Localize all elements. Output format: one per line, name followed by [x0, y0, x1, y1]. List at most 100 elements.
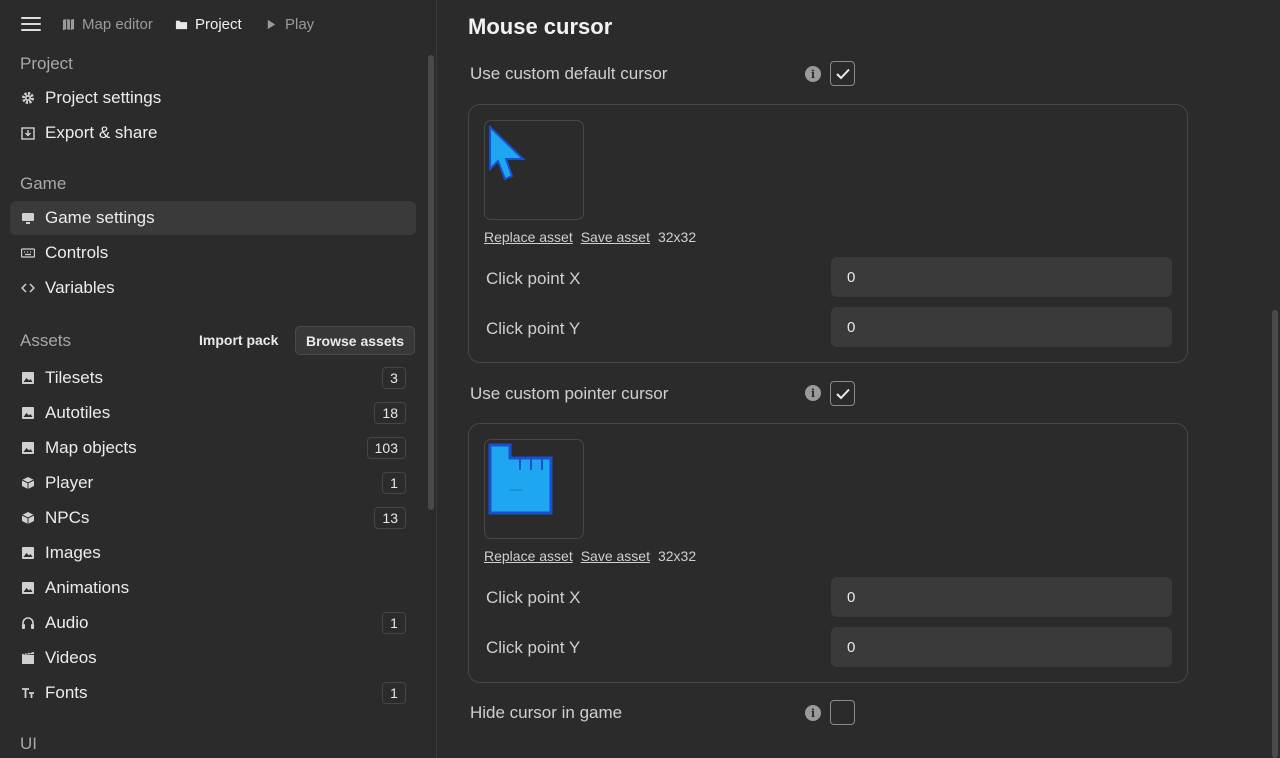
count-badge: 3 [382, 367, 406, 389]
section-title-ui: UI [20, 734, 37, 753]
sidebar: Map editor Project Play Project Project … [0, 0, 437, 758]
sidebar-item-label: Player [45, 473, 94, 492]
sidebar-item-label: Audio [45, 613, 89, 632]
font-icon [21, 686, 35, 700]
headphones-icon [21, 616, 35, 630]
breadcrumb-label: Map editor [82, 16, 153, 33]
sidebar-item-images[interactable]: Images [10, 536, 416, 570]
sidebar-item-label: Project settings [45, 88, 162, 107]
image-icon [21, 581, 35, 595]
asset-size: 32x32 [657, 548, 697, 564]
sidebar-item-animations[interactable]: Animations [10, 571, 416, 605]
check-icon [835, 388, 850, 399]
image-icon [21, 371, 35, 385]
export-icon [21, 126, 35, 140]
replace-asset-link[interactable]: Replace asset [484, 229, 573, 245]
sidebar-item-label: Fonts [45, 683, 88, 702]
click-point-y-input[interactable]: 0 [831, 627, 1172, 667]
count-badge: 1 [382, 472, 406, 494]
default-cursor-thumbnail[interactable] [484, 120, 584, 220]
breadcrumb-label: Play [285, 16, 315, 33]
click-point-y-label: Click point Y [486, 638, 581, 657]
folder-icon [175, 20, 188, 30]
sidebar-item-audio[interactable]: Audio 1 [10, 606, 416, 640]
gear-icon [21, 91, 35, 105]
play-icon [267, 19, 276, 30]
image-icon [21, 406, 35, 420]
sidebar-item-variables[interactable]: Variables [10, 271, 416, 305]
hand-cursor-icon [488, 443, 553, 515]
sidebar-item-game-settings[interactable]: Game settings [10, 201, 416, 235]
sidebar-item-project-settings[interactable]: Project settings [10, 81, 416, 115]
info-icon[interactable]: i [805, 66, 821, 82]
breadcrumb-play[interactable]: Play [265, 16, 314, 33]
sidebar-item-label: Game settings [45, 208, 155, 227]
info-icon[interactable]: i [805, 705, 821, 721]
import-pack-button[interactable]: Import pack [199, 332, 278, 348]
info-icon[interactable]: i [805, 385, 821, 401]
sidebar-item-export-share[interactable]: Export & share [10, 116, 416, 150]
sidebar-item-fonts[interactable]: Fonts 1 [10, 676, 416, 710]
sidebar-item-label: Autotiles [45, 403, 111, 422]
image-icon [21, 546, 35, 560]
save-asset-link[interactable]: Save asset [581, 548, 650, 564]
use-custom-pointer-cursor-label: Use custom pointer cursor [470, 384, 669, 403]
main-scrollbar[interactable] [1272, 310, 1278, 758]
click-point-x-label: Click point X [486, 588, 581, 607]
click-point-y-label: Click point Y [486, 319, 581, 338]
click-point-x-input[interactable]: 0 [831, 257, 1172, 297]
pointer-cursor-asset-actions: Replace asset Save asset 32x32 [484, 548, 696, 564]
count-badge: 18 [374, 402, 406, 424]
cube-icon [21, 476, 35, 490]
click-point-x-input[interactable]: 0 [831, 577, 1172, 617]
sidebar-item-label: Controls [45, 243, 109, 262]
breadcrumb-project[interactable]: Project [175, 16, 242, 33]
sidebar-item-npcs[interactable]: NPCs 13 [10, 501, 416, 535]
check-icon [835, 68, 850, 79]
sidebar-item-controls[interactable]: Controls [10, 236, 416, 270]
sidebar-item-label: Images [45, 543, 101, 562]
sidebar-item-label: Tilesets [45, 368, 103, 387]
section-title-project: Project [20, 54, 73, 73]
default-cursor-panel: Replace asset Save asset 32x32 Click poi… [468, 104, 1188, 363]
menu-icon[interactable] [21, 17, 41, 33]
sidebar-item-map-objects[interactable]: Map objects 103 [10, 431, 416, 465]
keyboard-icon [21, 246, 35, 260]
use-custom-default-cursor-checkbox[interactable] [830, 61, 855, 86]
count-badge: 1 [382, 682, 406, 704]
page-title: Mouse cursor [468, 14, 613, 39]
default-cursor-asset-actions: Replace asset Save asset 32x32 [484, 229, 696, 245]
code-icon [21, 281, 35, 295]
hide-cursor-checkbox[interactable] [830, 700, 855, 725]
count-badge: 103 [366, 437, 406, 459]
sidebar-item-tilesets[interactable]: Tilesets 3 [10, 361, 416, 395]
sidebar-item-autotiles[interactable]: Autotiles 18 [10, 396, 416, 430]
asset-size: 32x32 [657, 229, 697, 245]
sidebar-item-label: Animations [45, 578, 130, 597]
use-custom-default-cursor-label: Use custom default cursor [470, 64, 668, 83]
sidebar-item-player[interactable]: Player 1 [10, 466, 416, 500]
replace-asset-link[interactable]: Replace asset [484, 548, 573, 564]
map-icon [62, 18, 75, 31]
image-icon [21, 441, 35, 455]
count-badge: 1 [382, 612, 406, 634]
click-point-x-label: Click point X [486, 269, 581, 288]
breadcrumb-map-editor[interactable]: Map editor [62, 16, 153, 33]
count-badge: 13 [374, 507, 406, 529]
sidebar-item-videos[interactable]: Videos [10, 641, 416, 675]
pointer-cursor-thumbnail[interactable] [484, 439, 584, 539]
film-icon [21, 651, 35, 665]
section-title-game: Game [20, 174, 67, 193]
sidebar-item-label: NPCs [45, 508, 90, 527]
click-point-y-input[interactable]: 0 [831, 307, 1172, 347]
monitor-icon [21, 211, 35, 225]
top-bar: Map editor Project Play [0, 0, 436, 50]
main-panel: Mouse cursor Use custom default cursor i… [438, 0, 1280, 758]
sidebar-item-label: Map objects [45, 438, 137, 457]
section-title-assets: Assets [20, 331, 72, 350]
browse-assets-button[interactable]: Browse assets [295, 326, 416, 355]
arrow-cursor-icon [489, 124, 526, 181]
use-custom-pointer-cursor-checkbox[interactable] [830, 381, 855, 406]
save-asset-link[interactable]: Save asset [581, 229, 650, 245]
sidebar-scrollbar[interactable] [428, 55, 434, 510]
